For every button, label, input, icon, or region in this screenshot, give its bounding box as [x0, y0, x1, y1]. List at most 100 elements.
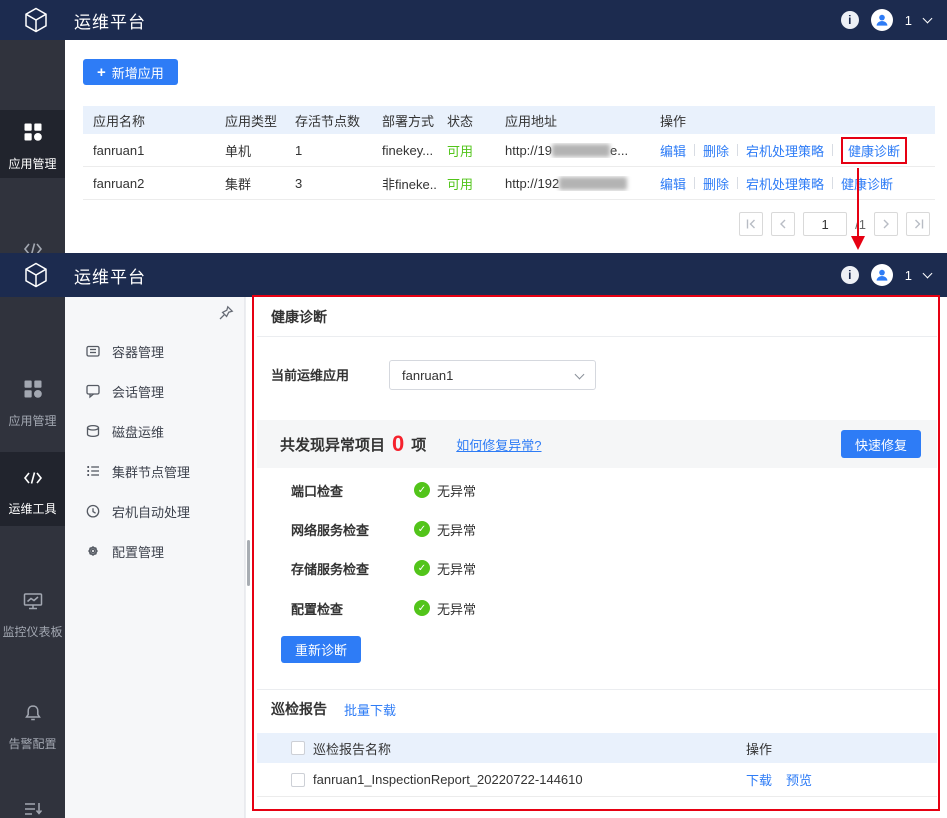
- sidebar-item-app-management[interactable]: 应用管理: [0, 367, 65, 435]
- app-url: http://192: [495, 176, 650, 191]
- submenu-item-session-management[interactable]: 会话管理: [65, 371, 245, 411]
- check-result: 无异常: [437, 483, 477, 499]
- divider: [832, 144, 834, 156]
- check-label: 存储服务检查: [291, 561, 370, 577]
- alert-bell-icon: [23, 704, 43, 722]
- check-circle-icon: ✓: [414, 600, 430, 616]
- header-actions: i 1: [840, 9, 933, 31]
- divider: [832, 177, 834, 189]
- col-header: 应用类型: [225, 113, 278, 129]
- col-header: 巡检报告名称: [313, 741, 392, 757]
- check-result: 无异常: [437, 561, 477, 577]
- first-page-button[interactable]: [739, 212, 764, 236]
- sidebar-item-monitor-dashboard[interactable]: 监控仪表板: [0, 580, 65, 654]
- check-row: 存储服务检查 ✓ 无异常: [291, 556, 476, 580]
- col-header: 操作: [746, 741, 773, 757]
- app-select-value: fanruan1: [402, 367, 454, 383]
- report-header: 巡检报告 批量下载: [271, 699, 396, 719]
- delete-link[interactable]: 删除: [703, 141, 729, 160]
- check-label: 配置检查: [291, 601, 344, 617]
- user-avatar-icon[interactable]: [870, 9, 893, 31]
- divider: [257, 336, 937, 337]
- abnormal-count: 0: [392, 431, 405, 456]
- sidebar-item-app-management[interactable]: 应用管理: [0, 110, 65, 178]
- submenu-item-config-management[interactable]: 配置管理: [65, 531, 245, 571]
- current-app-label: 当前运维应用: [271, 368, 350, 383]
- app-list-content: + 新增应用 应用名称 应用类型 存活节点数 部署方式 状态 应用地址 操作 f…: [65, 40, 947, 253]
- add-app-button[interactable]: + 新增应用: [83, 59, 178, 85]
- downtime-policy-link[interactable]: 宕机处理策略: [746, 174, 824, 193]
- divider: [694, 144, 696, 156]
- preview-link[interactable]: 预览: [786, 770, 812, 789]
- chevron-down-icon[interactable]: [922, 13, 933, 23]
- check-label: 端口检查: [291, 483, 344, 499]
- downtime-policy-link[interactable]: 宕机处理策略: [746, 141, 824, 160]
- user-count: 1: [904, 267, 912, 283]
- pin-icon[interactable]: [218, 305, 234, 324]
- quick-fix-button[interactable]: 快速修复: [840, 430, 921, 458]
- summary-unit: 项: [411, 436, 427, 454]
- sidebar-item-ops-tools[interactable]: 运维工具: [0, 452, 65, 526]
- prev-page-button[interactable]: [771, 212, 796, 236]
- check-result: 无异常: [437, 522, 477, 538]
- submenu-item-container-management[interactable]: 容器管理: [65, 331, 245, 371]
- last-page-button[interactable]: [906, 212, 930, 236]
- submenu-item-cluster-node-management[interactable]: 集群节点管理: [65, 451, 245, 491]
- top-appbar: 运维平台 i 1: [0, 0, 947, 40]
- next-page-button[interactable]: [874, 212, 898, 236]
- check-circle-icon: ✓: [414, 560, 430, 576]
- batch-download-link[interactable]: 批量下载: [344, 700, 396, 719]
- check-circle-icon: ✓: [414, 521, 430, 537]
- edit-link[interactable]: 编辑: [660, 141, 686, 160]
- delete-link[interactable]: 删除: [703, 174, 729, 193]
- health-diagnosis-link[interactable]: 健康诊断: [848, 144, 900, 159]
- row-checkbox[interactable]: [291, 772, 305, 787]
- info-icon[interactable]: i: [840, 11, 859, 29]
- sidebar-item-label: 应用管理: [8, 157, 57, 171]
- table-header: 应用名称 应用类型 存活节点数 部署方式 状态 应用地址 操作: [83, 106, 935, 134]
- user-count: 1: [904, 12, 912, 28]
- app-title: 运维平台: [74, 267, 146, 287]
- how-to-fix-link[interactable]: 如何修复异常?: [456, 435, 541, 454]
- submenu-item-downtime-auto-processing[interactable]: 宕机自动处理: [65, 491, 245, 531]
- disk-icon: [86, 424, 100, 438]
- grid-icon: [23, 122, 43, 142]
- bottom-sidebar: 应用管理 运维工具 监控仪表板 告警配置: [0, 297, 65, 818]
- user-avatar-icon[interactable]: [870, 264, 893, 286]
- logo-icon: [22, 261, 50, 289]
- sidebar-item-label: 运维工具: [8, 502, 57, 516]
- divider: [737, 144, 739, 156]
- row-operations: 编辑 删除 宕机处理策略 健康诊断: [650, 136, 935, 164]
- sidebar-item-logs[interactable]: [0, 788, 65, 818]
- col-header: 存活节点数: [295, 113, 361, 129]
- bottom-appbar: 运维平台 i 1: [0, 253, 947, 297]
- select-all-checkbox[interactable]: [291, 741, 305, 755]
- sidebar-item-label: 告警配置: [8, 737, 57, 751]
- report-table-header: 巡检报告名称 操作: [257, 733, 937, 763]
- edit-link[interactable]: 编辑: [660, 174, 686, 193]
- page-input[interactable]: [803, 212, 848, 236]
- app-name: fanruan2: [93, 175, 145, 191]
- submenu-item-disk-ops[interactable]: 磁盘运维: [65, 411, 245, 451]
- col-header: 操作: [660, 113, 687, 129]
- page-total: /1: [855, 216, 866, 232]
- info-icon[interactable]: i: [840, 266, 859, 284]
- app-list-view: 运维平台 i 1 应用管理 运维工具: [0, 0, 947, 287]
- chevron-down-icon[interactable]: [922, 268, 933, 278]
- container-icon: [86, 345, 100, 357]
- report-title: 巡检报告: [271, 701, 327, 717]
- report-table: 巡检报告名称 操作 fanruan1_InspectionReport_2022…: [257, 733, 937, 797]
- app-select[interactable]: fanruan1: [389, 360, 596, 390]
- col-header: 部署方式: [382, 113, 435, 129]
- sidebar-item-alert-config[interactable]: 告警配置: [0, 692, 65, 766]
- pagination: /1: [739, 212, 930, 236]
- check-label: 网络服务检查: [291, 522, 370, 538]
- download-link[interactable]: 下载: [746, 770, 772, 789]
- scrollbar-thumb[interactable]: [247, 540, 250, 586]
- health-diagnosis-link[interactable]: 健康诊断: [841, 174, 893, 193]
- report-operations: 下载 预览: [746, 770, 812, 789]
- rediagnose-button[interactable]: 重新诊断: [281, 636, 362, 663]
- table-row: fanruan1 单机 1 finekey... 可用 http://19 e..…: [83, 134, 935, 167]
- top-sidebar: 应用管理 运维工具: [0, 40, 65, 287]
- redacted-url: [559, 176, 628, 190]
